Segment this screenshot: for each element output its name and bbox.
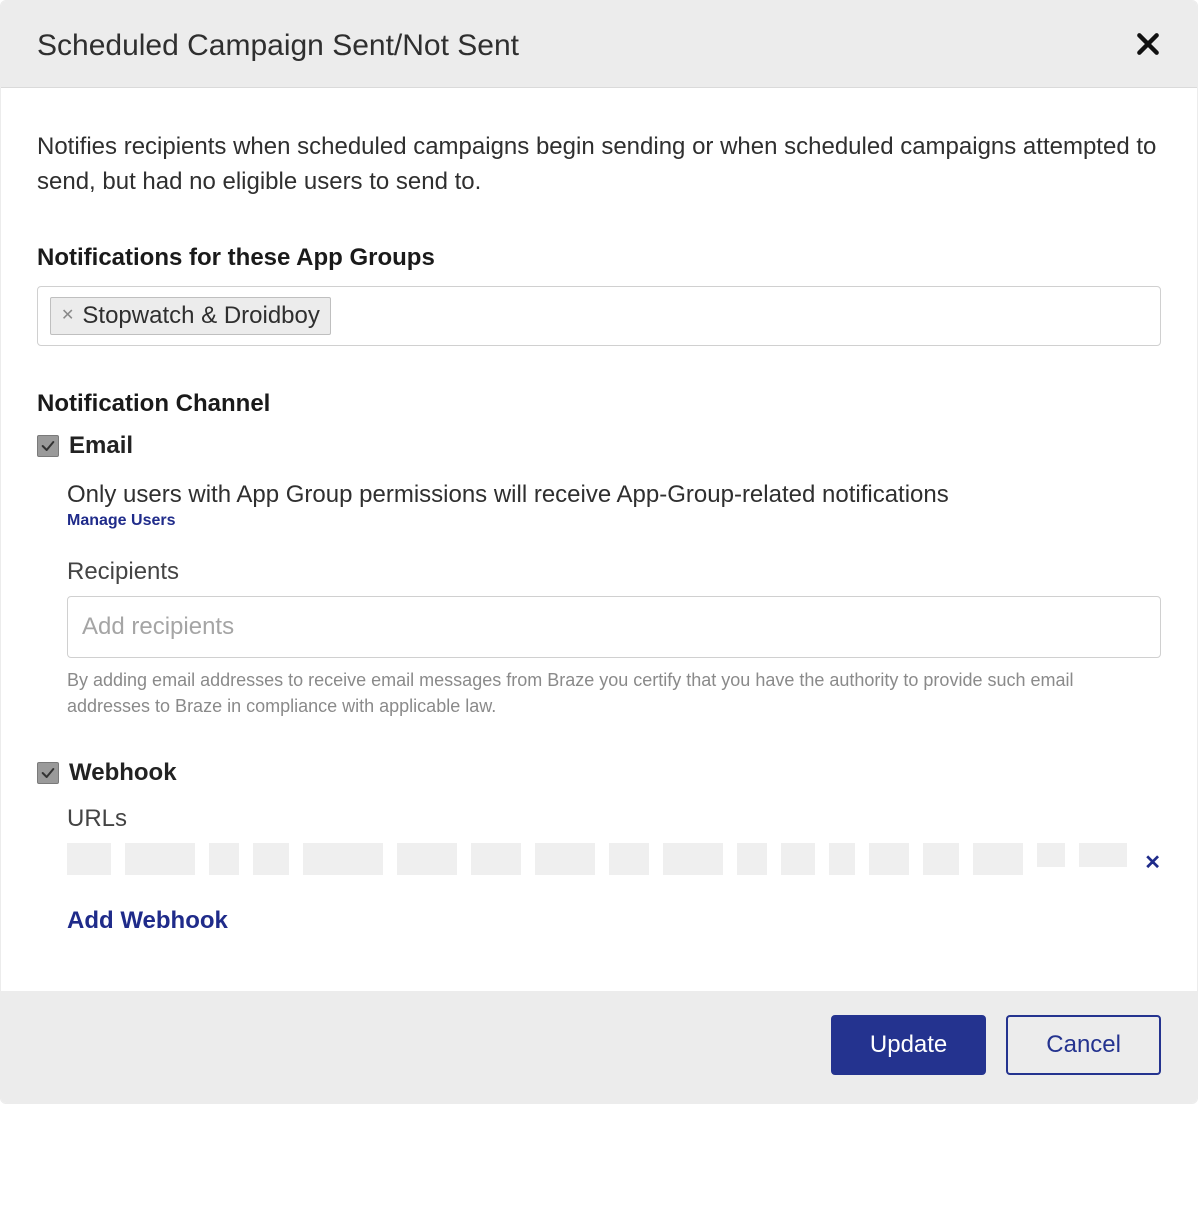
email-channel-row: Email xyxy=(37,432,1161,460)
webhook-url-redacted: ✕ xyxy=(67,843,1161,875)
app-group-tag: ✕ Stopwatch & Droidboy xyxy=(50,297,331,335)
remove-webhook-icon[interactable]: ✕ xyxy=(1144,850,1161,875)
app-groups-input[interactable]: ✕ Stopwatch & Droidboy xyxy=(37,286,1161,346)
email-block: Only users with App Group permissions wi… xyxy=(37,478,1161,719)
webhook-label: Webhook xyxy=(69,759,177,787)
notification-channel-label: Notification Channel xyxy=(37,390,1161,418)
webhook-checkbox[interactable] xyxy=(37,762,59,784)
recipients-input[interactable] xyxy=(67,596,1161,658)
modal-title: Scheduled Campaign Sent/Not Sent xyxy=(37,29,519,63)
description-text: Notifies recipients when scheduled campa… xyxy=(37,130,1161,200)
app-group-tag-label: Stopwatch & Droidboy xyxy=(82,302,319,330)
modal: Scheduled Campaign Sent/Not Sent Notifie… xyxy=(0,0,1198,1104)
add-webhook-link[interactable]: Add Webhook xyxy=(67,907,228,935)
email-checkbox[interactable] xyxy=(37,435,59,457)
app-groups-label: Notifications for these App Groups xyxy=(37,244,1161,272)
cancel-button[interactable]: Cancel xyxy=(1006,1015,1161,1075)
email-label: Email xyxy=(69,432,133,460)
email-helper-text: Only users with App Group permissions wi… xyxy=(67,478,1161,513)
modal-footer: Update Cancel xyxy=(1,991,1197,1103)
update-button[interactable]: Update xyxy=(831,1015,986,1075)
webhook-block: URLs ✕ Add Webhook xyxy=(37,805,1161,935)
urls-label: URLs xyxy=(67,805,1161,833)
modal-body: Notifies recipients when scheduled campa… xyxy=(1,88,1197,991)
recipients-label: Recipients xyxy=(67,558,1161,586)
webhook-channel-row: Webhook xyxy=(37,759,1161,787)
manage-users-link[interactable]: Manage Users xyxy=(67,512,176,529)
recipients-legal-text: By adding email addresses to receive ema… xyxy=(67,668,1161,718)
close-icon[interactable] xyxy=(1135,31,1161,62)
webhook-section: Webhook URLs ✕ Add Webhook xyxy=(37,759,1161,935)
remove-tag-icon[interactable]: ✕ xyxy=(61,308,74,324)
modal-header: Scheduled Campaign Sent/Not Sent xyxy=(1,1,1197,88)
